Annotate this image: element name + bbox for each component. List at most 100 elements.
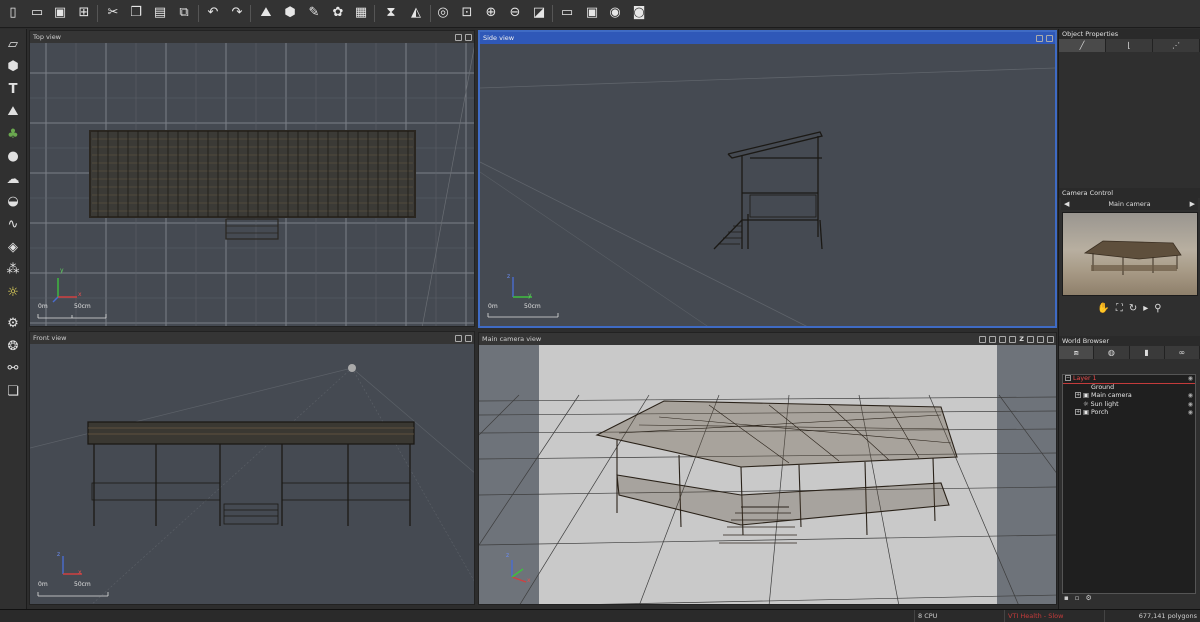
z-toggle[interactable]: Z	[1019, 333, 1024, 345]
zoom-out-icon[interactable]: ⊖	[506, 4, 524, 22]
grid-icon[interactable]: ⊡	[458, 4, 476, 22]
camera-icon[interactable]	[979, 335, 987, 343]
axis-label-2: y	[528, 292, 532, 299]
maximize-icon[interactable]	[1036, 34, 1043, 42]
side-view-canvas	[480, 67, 1055, 326]
fullscreen-1-icon[interactable]: ▭	[558, 4, 576, 22]
cut-icon[interactable]: ✂	[104, 4, 122, 22]
options-icon[interactable]	[465, 334, 472, 342]
terrain-icon[interactable]: ⛰	[3, 102, 23, 120]
axis-label-1: z	[506, 552, 510, 559]
side-viewport[interactable]: Side view z y 0m 50cm	[478, 30, 1057, 328]
fit-icon[interactable]: ◪	[530, 4, 548, 22]
tree-item-porch[interactable]: + ▣ Porch ◉	[1063, 409, 1195, 418]
camera-selector[interactable]: ◀ Main camera ▶	[1061, 198, 1198, 210]
settings-icon[interactable]: ⚙	[1086, 594, 1092, 602]
front-viewport[interactable]: Front view z x 0m 50cm	[29, 331, 475, 605]
prev-camera-icon[interactable]: ◀	[1064, 198, 1069, 210]
cube-icon[interactable]: ⬢	[3, 57, 23, 75]
import-icon[interactable]: ⊞	[75, 4, 93, 22]
save-file-icon[interactable]: ▣	[51, 4, 69, 22]
cloud-icon[interactable]: ☁	[3, 170, 23, 188]
visibility-icon[interactable]: ◉	[1188, 375, 1193, 384]
camera-icon[interactable]: ◙	[630, 4, 648, 22]
world-browser-tabs: ⧈ ◍ ▮ ∞	[1059, 346, 1200, 359]
expand-toggle[interactable]: +	[1075, 392, 1081, 399]
tree-icon[interactable]: ♣	[3, 125, 23, 143]
render-icon[interactable]	[989, 335, 997, 343]
stats-tab-icon[interactable]: ▮	[1130, 346, 1165, 359]
network-tab-icon[interactable]: ⋰	[1153, 39, 1200, 52]
scale-end: 50cm	[74, 303, 91, 310]
copy-icon[interactable]: ❐	[127, 4, 145, 22]
open-file-icon[interactable]: ▭	[28, 4, 46, 22]
maximize-icon[interactable]	[455, 33, 462, 41]
light-icon[interactable]: ☼	[3, 283, 23, 301]
render-icon[interactable]: ◉	[606, 4, 624, 22]
lock-icon[interactable]	[999, 335, 1007, 343]
text-icon[interactable]: T	[3, 80, 23, 98]
duplicate-icon[interactable]: ⧉	[175, 4, 193, 22]
tree-item-sun-light[interactable]: ☼ Sun light ◉	[1063, 401, 1195, 410]
sphere-icon[interactable]: ●	[3, 147, 23, 165]
next-camera-icon[interactable]: ▶	[1190, 198, 1195, 210]
top-viewport[interactable]: Top view y x 0m 50cm	[29, 30, 475, 327]
options-icon[interactable]	[1037, 335, 1044, 343]
camera-preview-thumbnail[interactable]	[1062, 212, 1198, 296]
tree-item-label: Porch	[1090, 409, 1109, 417]
planet-icon[interactable]: ◒	[3, 192, 23, 210]
redo-icon[interactable]: ↷	[228, 4, 246, 22]
objects-tab-icon[interactable]: ⧈	[1059, 346, 1095, 359]
new-layer-icon[interactable]: ▪	[1064, 594, 1069, 602]
walk-icon[interactable]: ⚲	[1154, 303, 1161, 314]
zoom-in-icon[interactable]: ⊕	[482, 4, 500, 22]
object-icon[interactable]: ◈	[3, 238, 23, 256]
cluster-icon[interactable]: ❂	[3, 337, 23, 355]
materials-tab-icon[interactable]: ◍	[1094, 346, 1130, 359]
hand-pan-icon[interactable]: ✋	[1097, 303, 1109, 314]
maximize-icon[interactable]	[455, 334, 462, 342]
terrain-icon[interactable]: ⛰	[257, 4, 275, 22]
visibility-icon[interactable]: ◉	[1188, 401, 1193, 410]
camera-viewport[interactable]: Main camera view Z z x	[478, 332, 1057, 605]
flip-icon[interactable]: ◭	[407, 4, 425, 22]
expand-toggle[interactable]: −	[1065, 375, 1071, 381]
new-file-icon[interactable]: ▯	[4, 4, 22, 22]
options-icon[interactable]	[1046, 34, 1053, 42]
layers-icon[interactable]: ❏	[3, 382, 23, 400]
gear-icon[interactable]: ⚙	[3, 314, 23, 332]
tree-item-main-camera[interactable]: + ▣ Main camera ◉	[1063, 392, 1195, 401]
grid-toggle-icon[interactable]	[1027, 335, 1034, 343]
visibility-icon[interactable]: ◉	[1188, 409, 1193, 418]
tree-item-ground[interactable]: Ground	[1063, 384, 1195, 393]
maximize-icon[interactable]	[1047, 335, 1054, 343]
links-tab-icon[interactable]: ∞	[1165, 346, 1200, 359]
globe-icon[interactable]: ◎	[434, 4, 452, 22]
undo-icon[interactable]: ↶	[204, 4, 222, 22]
mirror-icon[interactable]: ⧗	[382, 4, 400, 22]
curve-icon[interactable]: ∿	[3, 215, 23, 233]
paint-icon[interactable]: ✎	[305, 4, 323, 22]
brush-tab-icon[interactable]: ╱	[1059, 39, 1106, 52]
link-icon[interactable]: ⚯	[3, 359, 23, 377]
tree-item-layer-1[interactable]: − Layer 1 ◉	[1063, 375, 1195, 384]
clapperboard-icon[interactable]: ▦	[352, 4, 370, 22]
camera-control-title: Camera Control	[1059, 188, 1200, 198]
plane-icon[interactable]: ▱	[3, 35, 23, 53]
particles-icon[interactable]: ⁂	[3, 260, 23, 278]
play-icon[interactable]: ▸	[1143, 303, 1148, 314]
expand-toggle[interactable]: +	[1075, 409, 1081, 416]
headlight-icon[interactable]	[1009, 335, 1017, 343]
options-icon[interactable]	[465, 33, 472, 41]
frame-icon[interactable]: ⛶	[1116, 303, 1123, 314]
color-palette-icon[interactable]: ✿	[329, 4, 347, 22]
visibility-icon[interactable]: ◉	[1188, 392, 1193, 401]
measure-tab-icon[interactable]: ⌊	[1106, 39, 1153, 52]
orbit-icon[interactable]: ↻	[1129, 303, 1137, 314]
tree-item-label: Sun light	[1090, 400, 1119, 408]
fullscreen-2-icon[interactable]: ▣	[583, 4, 601, 22]
box-icon[interactable]: ⬢	[281, 4, 299, 22]
delete-icon[interactable]: ▫	[1075, 594, 1080, 602]
paste-icon[interactable]: ▤	[151, 4, 169, 22]
camera-name: Main camera	[1108, 200, 1151, 208]
